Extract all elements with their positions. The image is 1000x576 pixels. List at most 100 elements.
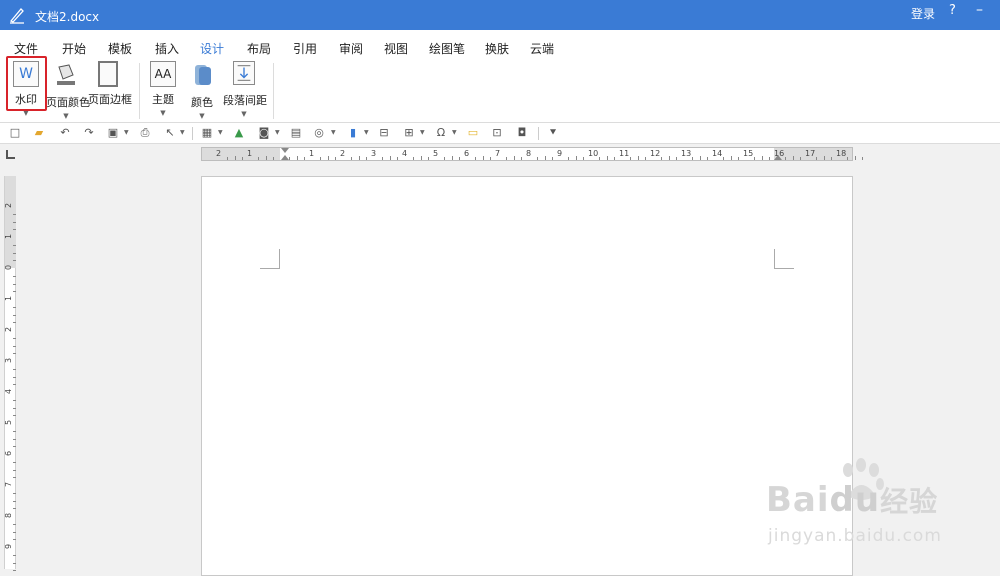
smartart-icon[interactable]: ▤ [289, 126, 303, 140]
omega-symbol-icon[interactable]: Ω [434, 126, 448, 140]
tab-view[interactable]: 视图 [384, 40, 408, 57]
camera-icon[interactable]: ◘ [515, 126, 529, 140]
first-line-indent-marker[interactable] [281, 148, 289, 153]
table-icon[interactable]: ▦ [200, 126, 214, 140]
tab-stop-selector[interactable] [6, 150, 15, 159]
undo-icon[interactable]: ↶ [58, 126, 72, 140]
ruler-tick [13, 229, 16, 231]
ruler-tick [13, 531, 16, 533]
horizontal-ruler[interactable]: 2 1 1 2 3 4 5 6 7 8 9 10 11 12 13 14 15 16 17 18 [201, 147, 864, 161]
ruler-tick [505, 157, 507, 160]
ruler-tick [753, 157, 755, 160]
page-color-button[interactable]: 页面颜色 ▼ [46, 61, 90, 120]
chevron-down-icon: ▼ [199, 112, 205, 120]
ruler-number: 10 [588, 149, 599, 158]
ruler-tick [490, 157, 492, 160]
paragraph-spacing-icon [233, 61, 255, 85]
tab-insert[interactable]: 插入 [155, 40, 179, 57]
redo-icon[interactable]: ↷ [82, 126, 96, 140]
ruler-tick [397, 157, 399, 160]
ruler-tick [629, 157, 631, 160]
ruler-tick [544, 156, 546, 160]
ruler-number: 15 [743, 149, 754, 158]
ruler-tick [420, 156, 422, 160]
menu-bar: 文件 开始 模板 插入 设计 布局 引用 审阅 视图 绘图笔 换肤 云端 [0, 30, 1000, 57]
vertical-ruler[interactable]: 2 1 0 1 2 3 4 5 6 7 8 9 [4, 176, 16, 572]
tab-home[interactable]: 开始 [62, 40, 86, 57]
ruler-number: 2 [4, 202, 14, 209]
ruler-tick [13, 523, 16, 525]
tab-design[interactable]: 设计 [200, 40, 224, 57]
spellcheck-icon[interactable]: ⊡ [490, 126, 504, 140]
ruler-tick [13, 314, 16, 316]
page-border-button[interactable]: 页面边框 [88, 61, 132, 119]
login-button[interactable]: 登录 [911, 5, 935, 22]
screenshot-icon[interactable]: ◙ [257, 126, 271, 140]
color-tag-icon [195, 65, 211, 85]
colors-button[interactable]: 颜色 ▼ [189, 61, 215, 120]
ruler-tick [358, 156, 360, 160]
tab-layout[interactable]: 布局 [247, 40, 271, 57]
margin-corner-mark [260, 249, 280, 269]
image-icon[interactable]: ▲ [232, 126, 246, 140]
print-icon[interactable]: ⎙ [138, 126, 152, 140]
ruler-tick [319, 157, 321, 160]
ruler-tick [738, 157, 740, 160]
chevron-down-icon[interactable]: ▼ [420, 129, 425, 136]
textbox-icon[interactable]: ⊟ [377, 126, 391, 140]
chevron-down-icon[interactable]: ▼ [218, 129, 223, 136]
note-icon[interactable]: ▭ [466, 126, 480, 140]
pointer-icon[interactable]: ↖ [163, 126, 177, 140]
ruler-tick [381, 157, 383, 160]
paragraph-spacing-button[interactable]: 段落间距 ▼ [223, 61, 267, 119]
tab-templates[interactable]: 模板 [108, 40, 132, 57]
theme-button[interactable]: AA 主题 ▼ [150, 61, 176, 119]
ruler-tick [761, 156, 763, 160]
tab-cloud[interactable]: 云端 [530, 40, 554, 57]
ruler-tick [226, 157, 228, 160]
ruler-tick [13, 345, 16, 347]
ruler-tick [536, 157, 538, 160]
document-page[interactable] [201, 176, 853, 576]
ruler-tick [800, 157, 802, 160]
ruler-tick [823, 156, 825, 160]
ruler-tick [13, 353, 16, 355]
ruler-tick [862, 157, 864, 160]
chevron-down-icon[interactable]: ▼ [275, 129, 280, 136]
ribbon-separator [273, 63, 274, 119]
chevron-down-icon[interactable]: ▼ [452, 129, 457, 136]
customize-toolbar-icon[interactable]: ⯆ [546, 126, 560, 140]
ruler-tick [304, 157, 306, 160]
tab-file[interactable]: 文件 [14, 40, 38, 57]
minimize-button[interactable]: – [976, 2, 983, 18]
ruler-tick [815, 157, 817, 160]
save-icon[interactable]: ▣ [106, 126, 120, 140]
pen-icon[interactable] [8, 6, 26, 24]
ruler-number: 17 [805, 149, 816, 158]
ruler-tick [482, 156, 484, 160]
new-document-icon[interactable]: □ [8, 126, 22, 140]
chart-icon[interactable]: ▮ [346, 126, 360, 140]
ruler-number: 6 [464, 149, 470, 158]
ruler-number: 2 [216, 149, 222, 158]
tab-review[interactable]: 审阅 [339, 40, 363, 57]
chevron-down-icon[interactable]: ▼ [364, 129, 369, 136]
chevron-down-icon[interactable]: ▼ [180, 129, 185, 136]
document-title: 文档2.docx [35, 10, 100, 24]
tab-skin[interactable]: 换肤 [485, 40, 509, 57]
open-folder-icon[interactable]: ▰ [32, 126, 46, 140]
ruler-number: 13 [681, 149, 692, 158]
chevron-down-icon[interactable]: ▼ [124, 129, 129, 136]
chevron-down-icon[interactable]: ▼ [331, 129, 336, 136]
theme-icon: AA [150, 61, 176, 87]
ruler-tick [614, 157, 616, 160]
ruler-tick [327, 156, 329, 160]
ruler-tick [459, 157, 461, 160]
help-button[interactable]: ? [949, 3, 956, 18]
ruler-tick [273, 157, 275, 160]
header-footer-icon[interactable]: ⊞ [402, 126, 416, 140]
tab-draw[interactable]: 绘图笔 [429, 40, 465, 57]
shapes-icon[interactable]: ◎ [312, 126, 326, 140]
ruler-tick [13, 244, 16, 246]
tab-references[interactable]: 引用 [293, 40, 317, 57]
